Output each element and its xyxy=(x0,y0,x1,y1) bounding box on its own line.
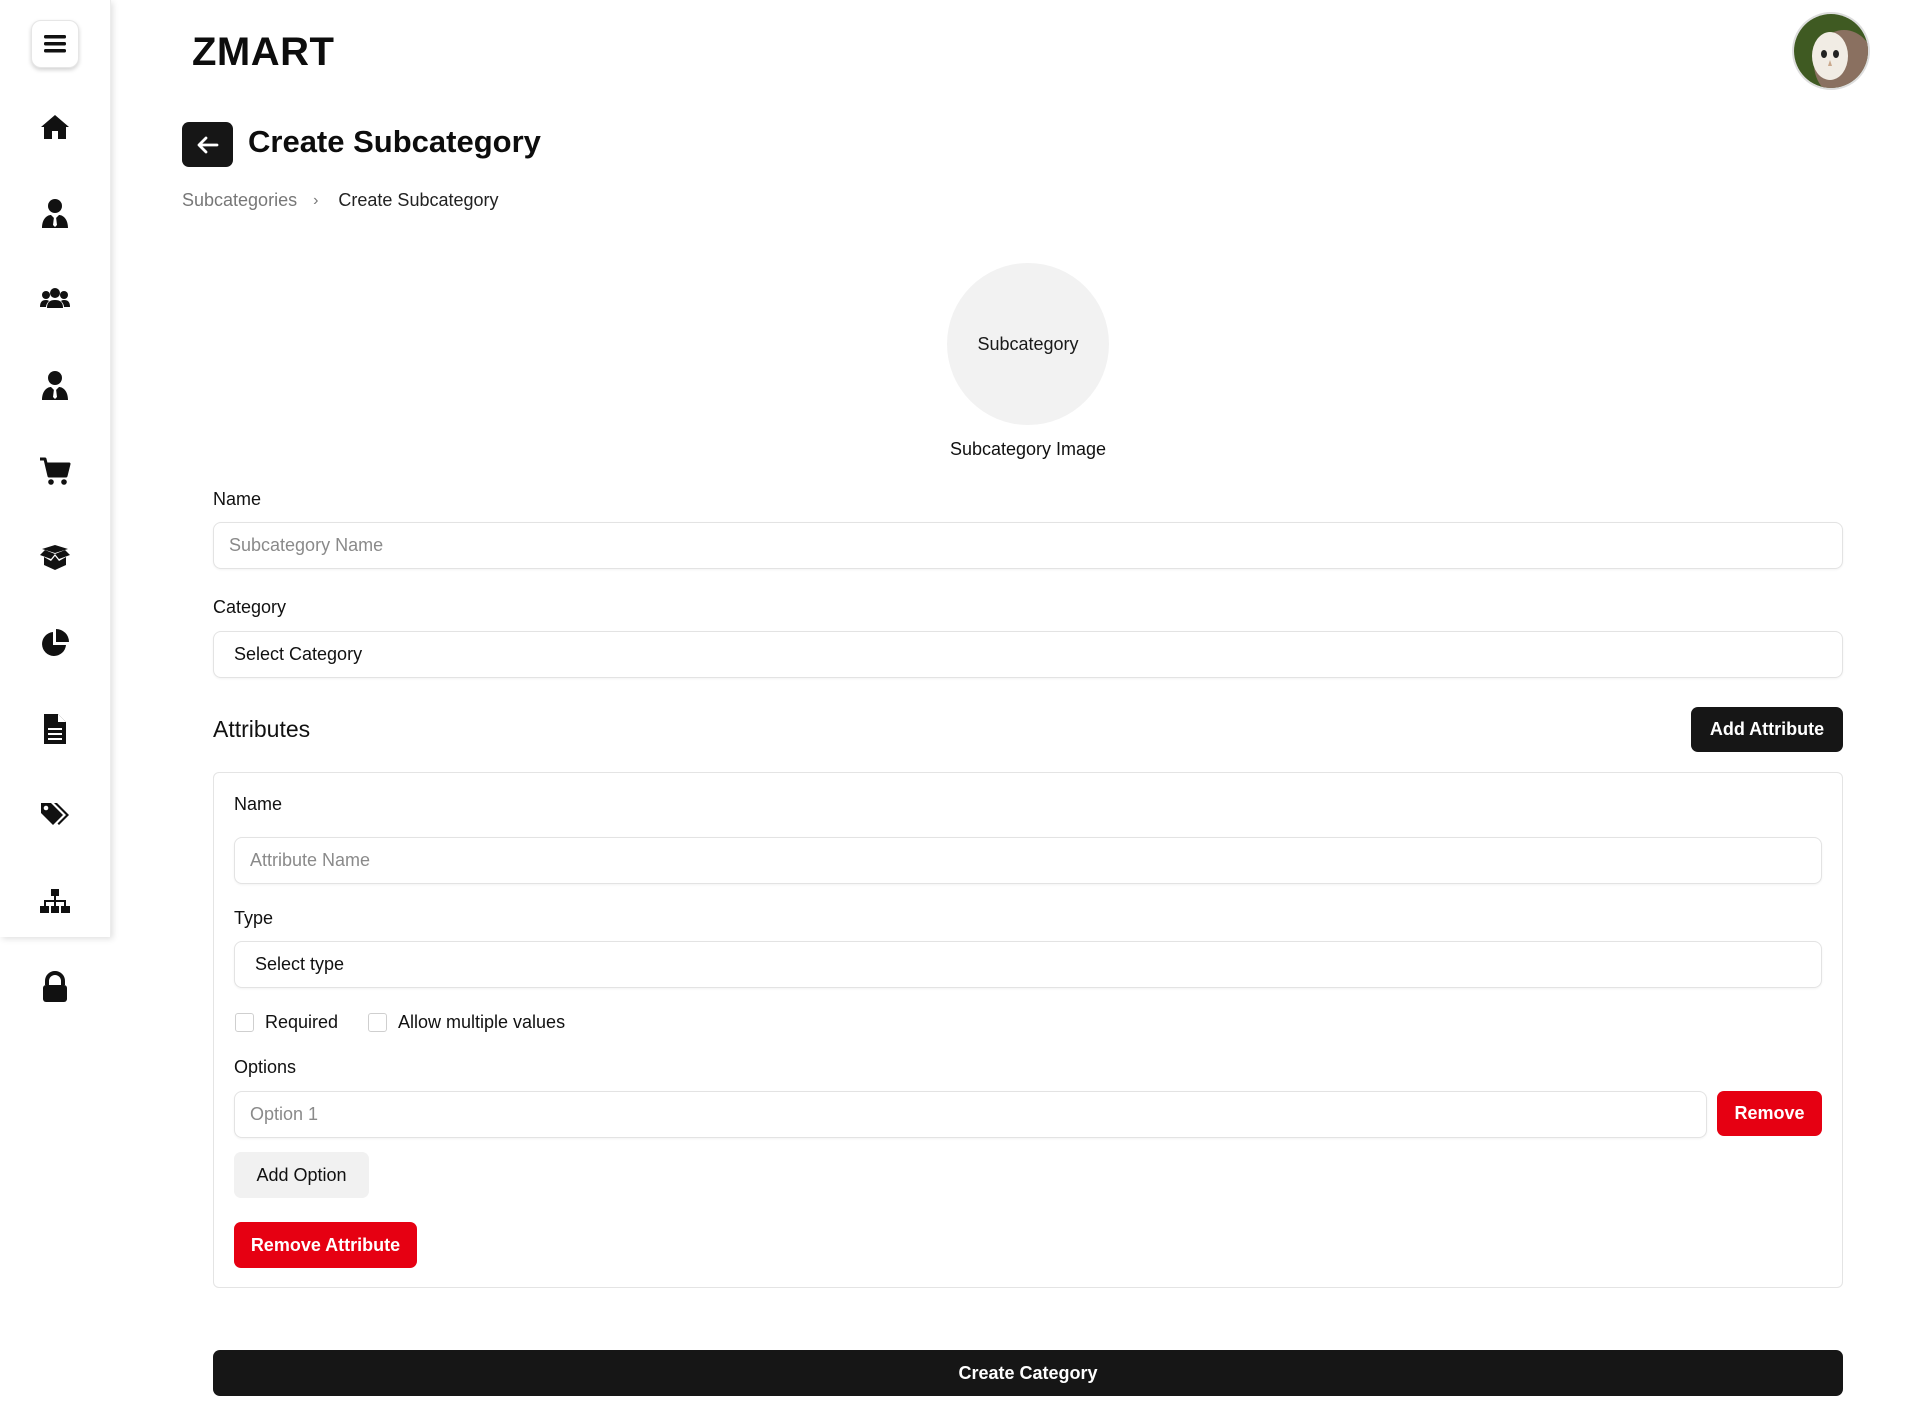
attribute-type-value: Select type xyxy=(255,954,345,974)
pie-chart-icon xyxy=(42,629,69,656)
lock-icon xyxy=(43,971,67,1002)
nav-home[interactable] xyxy=(31,107,79,147)
attribute-type-label: Type xyxy=(234,908,274,928)
avatar[interactable] xyxy=(1792,12,1870,90)
category-select[interactable]: Select Category xyxy=(213,631,1843,678)
nav-staff[interactable] xyxy=(31,365,79,405)
home-icon xyxy=(41,115,69,139)
breadcrumb-parent-link[interactable]: Subcategories xyxy=(182,190,297,211)
nav-documents[interactable] xyxy=(31,709,79,749)
required-label: Required xyxy=(265,1012,339,1032)
user-tie-icon xyxy=(42,371,68,400)
document-icon xyxy=(44,714,66,744)
subcategory-image-upload[interactable]: Subcategory xyxy=(947,263,1109,425)
allow-multiple-label: Allow multiple values xyxy=(398,1012,566,1032)
sidebar xyxy=(0,0,111,1002)
nav-orders[interactable] xyxy=(31,451,79,491)
allow-multiple-checkbox[interactable] xyxy=(368,1013,387,1032)
image-label: Subcategory Image xyxy=(949,439,1107,459)
breadcrumb: Subcategories › Create Subcategory xyxy=(182,190,499,211)
subcategory-name-input[interactable] xyxy=(213,522,1843,569)
name-label: Name xyxy=(213,489,262,509)
category-select-value: Select Category xyxy=(234,644,363,664)
users-icon xyxy=(40,288,70,308)
image-placeholder-text: Subcategory xyxy=(977,333,1079,354)
add-attribute-button[interactable]: Add Attribute xyxy=(1691,707,1843,752)
menu-toggle-button[interactable] xyxy=(31,20,79,68)
attribute-type-select[interactable]: Select type xyxy=(234,941,1822,988)
user-tie-icon xyxy=(42,199,68,228)
options-label: Options xyxy=(234,1057,297,1077)
hamburger-icon xyxy=(44,35,66,53)
remove-attribute-button[interactable]: Remove Attribute xyxy=(234,1222,417,1268)
nav-products[interactable] xyxy=(31,537,79,577)
create-category-button[interactable]: Create Category xyxy=(213,1350,1843,1396)
category-label: Category xyxy=(213,597,287,617)
cart-icon xyxy=(40,457,71,485)
attribute-name-input[interactable] xyxy=(234,837,1822,884)
arrow-left-icon xyxy=(197,136,218,153)
tags-icon xyxy=(41,803,69,825)
option-input[interactable] xyxy=(234,1091,1707,1138)
nav-security[interactable] xyxy=(31,967,79,1007)
required-checkbox[interactable] xyxy=(235,1013,254,1032)
nav-categories[interactable] xyxy=(31,881,79,921)
nav-tags[interactable] xyxy=(31,795,79,835)
avatar-owl-image xyxy=(1794,14,1868,88)
nav-groups[interactable] xyxy=(31,279,79,319)
breadcrumb-current: Create Subcategory xyxy=(338,190,499,210)
add-option-button[interactable]: Add Option xyxy=(234,1152,369,1198)
remove-option-button[interactable]: Remove xyxy=(1717,1091,1822,1136)
sitemap-icon xyxy=(40,889,70,913)
page-title: Create Subcategory xyxy=(248,124,541,159)
attributes-heading: Attributes xyxy=(213,716,311,742)
back-button[interactable] xyxy=(182,122,233,167)
box-open-icon xyxy=(40,545,70,570)
attribute-name-label: Name xyxy=(234,794,283,814)
nav-users[interactable] xyxy=(31,193,79,233)
chevron-right-icon: › xyxy=(313,191,319,209)
nav-reports[interactable] xyxy=(31,623,79,663)
brand-logo: ZMART xyxy=(192,30,335,74)
